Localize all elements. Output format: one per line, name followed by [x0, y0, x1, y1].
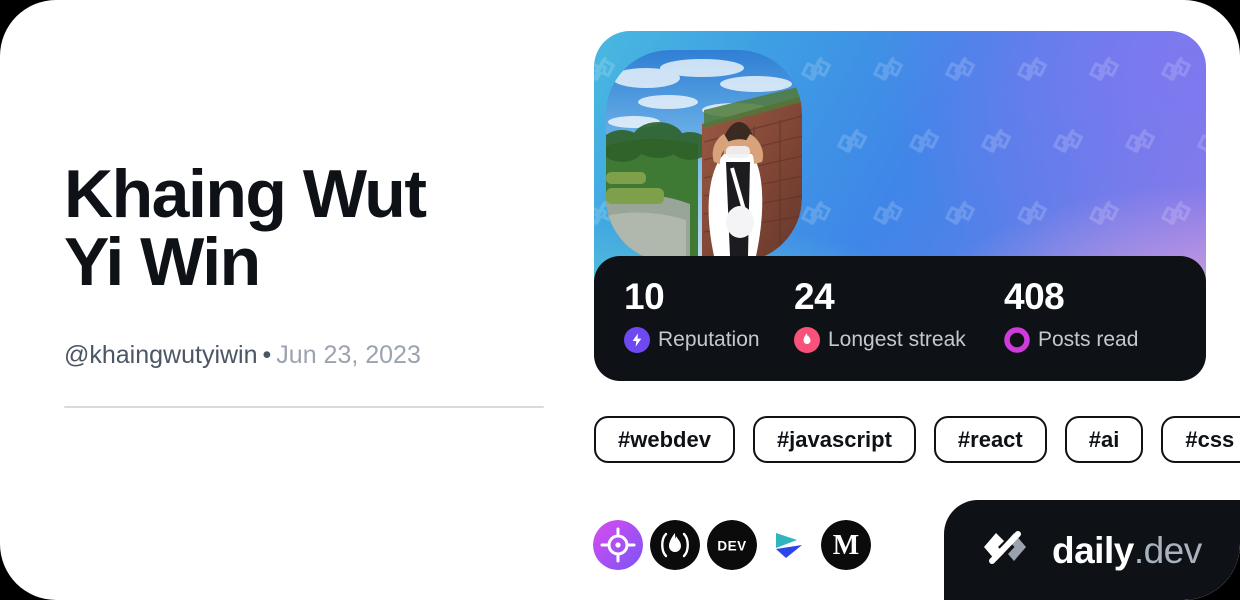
stat-value: 10: [624, 276, 665, 317]
bolt-icon: [624, 327, 650, 353]
page-title: Khaing Wut Yi Win: [64, 156, 427, 300]
tag-list: #webdev #javascript #react #ai #css: [594, 416, 1240, 463]
tag-chip[interactable]: #ai: [1064, 416, 1144, 463]
tag-chip[interactable]: #css: [1161, 416, 1240, 463]
medium-icon[interactable]: M: [821, 520, 871, 570]
brand-name: daily.dev: [1052, 532, 1202, 569]
avatar: [606, 50, 802, 262]
daily-dev-badge: daily.dev: [944, 500, 1240, 600]
stat-longest-streak: 24 Longest streak: [794, 278, 966, 353]
tag-chip[interactable]: #react: [933, 416, 1047, 463]
stat-label: Posts read: [1038, 328, 1139, 351]
stat-value: 408: [1004, 276, 1065, 317]
divider: [64, 406, 544, 408]
stat-value: 24: [794, 276, 835, 317]
devto-icon[interactable]: DEV: [707, 520, 757, 570]
hashnode-flame-icon[interactable]: [650, 520, 700, 570]
profile-meta: @khaingwutyiwin • Jun 23, 2023: [64, 340, 554, 370]
stat-reputation: 10 Reputation: [624, 278, 760, 353]
profile-left-column: Khaing Wut Yi Win @khaingwutyiwin • Jun 23…: [64, 160, 554, 408]
brand-name-suffix: .dev: [1133, 529, 1202, 571]
brand-name-main: daily: [1052, 529, 1134, 571]
ring-icon: [1004, 327, 1030, 353]
daily-dev-logo-icon: [978, 527, 1036, 574]
stat-label: Reputation: [658, 328, 760, 351]
stat-posts-read: 408 Posts read: [1004, 278, 1138, 353]
bluesky-icon[interactable]: [764, 520, 814, 570]
stats-panel: 10 Reputation 24 Longest streak 408 Post…: [594, 256, 1206, 381]
meta-separator: •: [262, 341, 272, 369]
join-date: Jun 23, 2023: [276, 341, 421, 369]
tag-chip[interactable]: #javascript: [752, 416, 916, 463]
profile-card: Khaing Wut Yi Win @khaingwutyiwin • Jun 23…: [0, 0, 1240, 600]
stat-label: Longest streak: [828, 328, 966, 351]
tag-chip[interactable]: #webdev: [594, 416, 735, 463]
svg-text:M: M: [833, 530, 859, 561]
roadmap-icon[interactable]: [593, 520, 643, 570]
flame-icon: [794, 327, 820, 353]
svg-text:DEV: DEV: [717, 539, 746, 554]
profile-handle: @khaingwutyiwin: [64, 341, 258, 369]
social-links: DEV M: [593, 520, 871, 570]
